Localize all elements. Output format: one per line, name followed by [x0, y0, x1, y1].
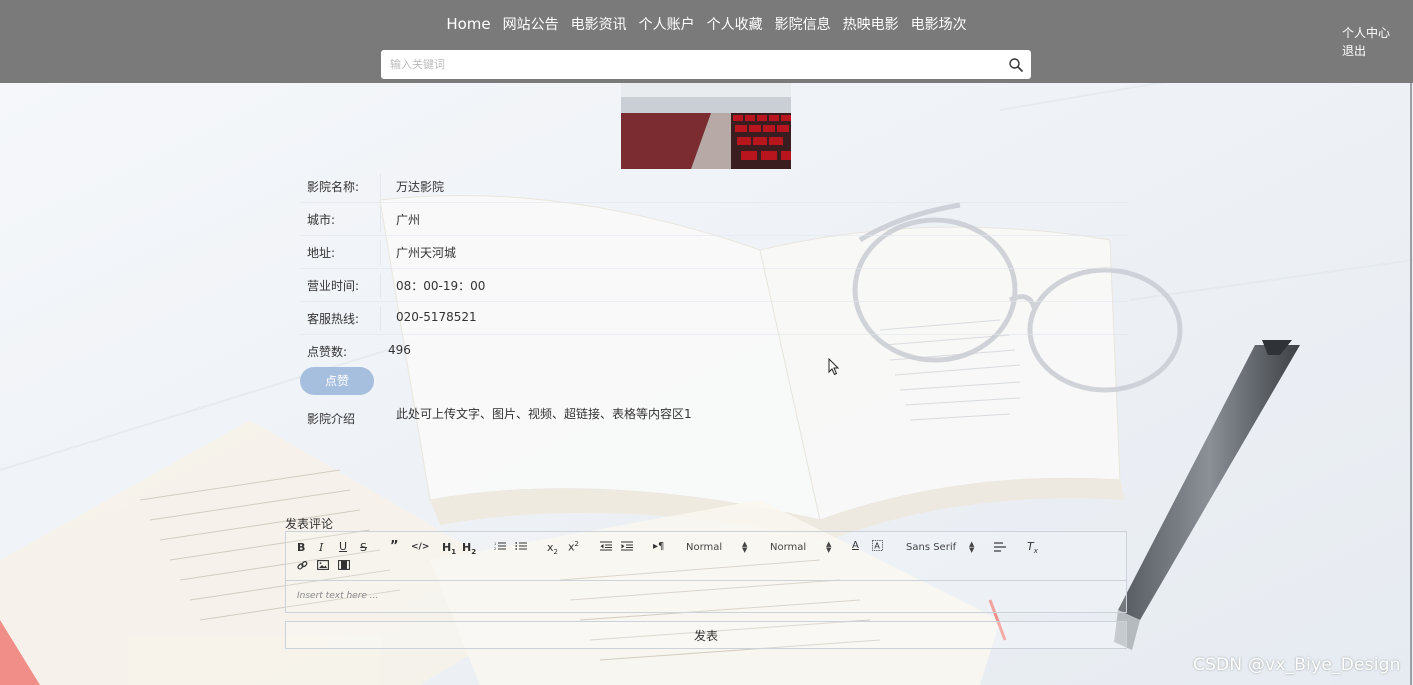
row-separator [300, 235, 1128, 236]
indent-icon[interactable] [621, 541, 633, 551]
video-icon[interactable] [338, 560, 350, 570]
top-navbar: Home 网站公告 电影资讯 个人账户 个人收藏 影院信息 热映电影 电影场次 … [0, 0, 1413, 83]
text-direction-icon[interactable]: ▸¶ [653, 541, 664, 552]
info-row-cinema-name: 影院名称: 万达影院 [300, 174, 1128, 211]
strike-button[interactable]: S [360, 541, 367, 554]
search-icon[interactable] [1008, 57, 1024, 73]
nav-item-announcements[interactable]: 网站公告 [503, 15, 559, 35]
row-divider [380, 174, 381, 199]
row-separator [300, 334, 1128, 335]
superscript-button[interactable]: x2 [568, 540, 579, 554]
city-label: 城市: [307, 213, 336, 227]
bold-button[interactable]: B [297, 541, 305, 554]
select-arrows-icon: ▲ ▼ [826, 540, 832, 554]
user-center-link[interactable]: 个人中心 [1342, 24, 1390, 42]
svg-text:2: 2 [494, 547, 496, 551]
select-arrows-icon: ▲ ▼ [969, 540, 975, 554]
heading1-button[interactable]: H1 [442, 541, 456, 556]
hours-label: 营业时间: [307, 279, 360, 293]
code-icon[interactable]: </> [411, 542, 429, 552]
nav-item-movie-news[interactable]: 电影资讯 [571, 15, 627, 35]
likes-label: 点赞数: [307, 345, 348, 359]
row-divider [380, 240, 381, 265]
intro-label: 影院介绍 [307, 412, 356, 426]
background-color-icon[interactable]: A [872, 540, 883, 551]
heading2-button[interactable]: H2 [462, 541, 476, 556]
row-divider [380, 207, 381, 232]
outdent-icon[interactable] [600, 541, 612, 551]
cinema-name-value: 万达影院 [396, 180, 445, 194]
info-row-hours: 营业时间: 08：00-19：00 [300, 273, 1128, 310]
row-separator [300, 301, 1128, 302]
svg-text:A: A [874, 541, 880, 551]
hours-value: 08：00-19：00 [396, 279, 486, 293]
hotline-label: 客服热线: [307, 312, 360, 326]
row-divider [380, 306, 381, 331]
main-nav: Home 网站公告 电影资讯 个人账户 个人收藏 影院信息 热映电影 电影场次 [0, 14, 1413, 35]
cinema-name-label: 影院名称: [307, 180, 360, 194]
address-value: 广州天河城 [396, 246, 457, 260]
logout-link[interactable]: 退出 [1342, 42, 1390, 60]
address-label: 地址: [307, 246, 336, 260]
comment-title: 发表评论 [285, 517, 334, 531]
size-select[interactable]: Normal ▲ ▼ [770, 541, 831, 554]
header-select[interactable]: Normal ▲ ▼ [686, 541, 747, 554]
blockquote-icon[interactable]: ” [390, 539, 399, 554]
editor-toolbar: B I U S ” </> H1 H2 12 x2 x2 ▸¶ Normal ▲… [286, 532, 1126, 581]
row-separator [300, 268, 1128, 269]
mouse-cursor-icon [828, 358, 840, 376]
nav-item-showtimes[interactable]: 电影场次 [911, 15, 967, 35]
submit-comment-button[interactable]: 发表 [285, 621, 1127, 649]
rich-text-editor: B I U S ” </> H1 H2 12 x2 x2 ▸¶ Normal ▲… [285, 531, 1127, 613]
select-arrows-icon: ▲ ▼ [742, 540, 748, 554]
info-row-likes: 点赞数: 496 [300, 343, 1128, 376]
image-icon[interactable] [317, 560, 329, 570]
font-color-icon[interactable]: A [852, 540, 859, 551]
italic-button[interactable]: I [319, 541, 323, 554]
city-value: 广州 [396, 213, 421, 227]
ordered-list-icon[interactable]: 12 [494, 541, 506, 551]
subscript-button[interactable]: x2 [547, 541, 558, 556]
nav-item-favorites[interactable]: 个人收藏 [707, 15, 763, 35]
likes-count: 496 [388, 343, 411, 357]
svg-text:1: 1 [494, 542, 496, 546]
row-separator [300, 202, 1128, 203]
watermark: CSDN @vx_Biye_Design [1193, 655, 1401, 675]
cinema-photo [621, 83, 791, 169]
intro-text: 此处可上传文字、图片、视频、超链接、表格等内容区1 [396, 407, 692, 421]
editor-input[interactable]: Insert text here ... [297, 591, 378, 601]
info-row-address: 地址: 广州天河城 [300, 240, 1128, 277]
underline-button[interactable]: U [339, 540, 347, 553]
align-icon[interactable] [994, 542, 1006, 552]
nav-item-home[interactable]: Home [446, 14, 490, 34]
link-icon[interactable] [297, 560, 308, 571]
nav-item-hot-movies[interactable]: 热映电影 [843, 15, 899, 35]
nav-item-cinema-info[interactable]: 影院信息 [775, 15, 831, 35]
search-input[interactable] [381, 50, 1001, 79]
size-select-value: Normal [770, 542, 807, 553]
nav-item-account[interactable]: 个人账户 [639, 15, 695, 35]
search-box [381, 50, 1031, 79]
scrollbar[interactable] [1410, 83, 1412, 685]
info-row-hotline: 客服热线: 020-5178521 [300, 306, 1128, 343]
clear-format-icon[interactable]: Tx [1027, 540, 1038, 555]
font-select-value: Sans Serif [906, 542, 957, 553]
bullet-list-icon[interactable] [515, 541, 527, 551]
hotline-value: 020-5178521 [396, 310, 477, 324]
info-row-city: 城市: 广州 [300, 207, 1128, 244]
font-select[interactable]: Sans Serif ▲ ▼ [906, 541, 974, 554]
row-divider [380, 273, 381, 298]
user-menu: 个人中心 退出 [1342, 24, 1390, 60]
header-select-value: Normal [686, 542, 723, 553]
like-button[interactable]: 点赞 [300, 367, 374, 395]
info-row-intro: 影院介绍 此处可上传文字、图片、视频、超链接、表格等内容区1 [300, 405, 1128, 438]
